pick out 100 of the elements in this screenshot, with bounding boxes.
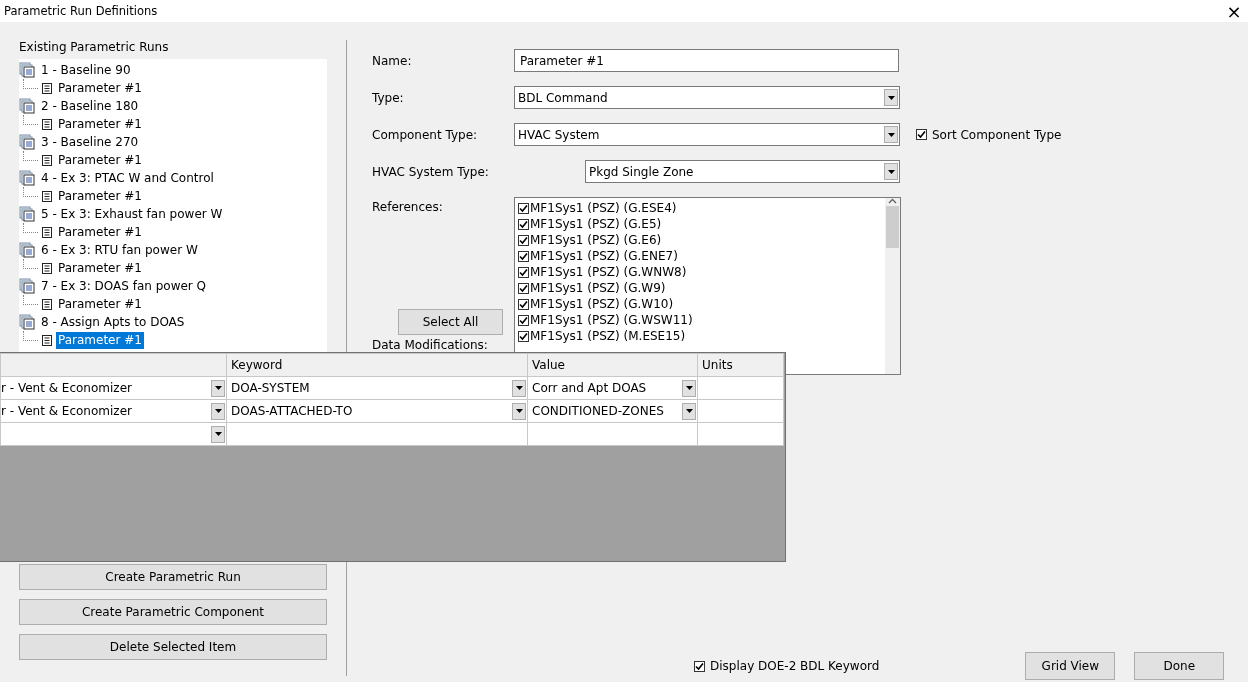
dropdown-value: HVAC System [518, 127, 600, 142]
checkbox[interactable] [518, 218, 529, 230]
checkbox[interactable] [518, 250, 529, 262]
tree-item[interactable]: Parameter #1 [56, 115, 144, 133]
caret-icon [214, 386, 222, 390]
column-header: Keyword [231, 358, 283, 372]
select-all-button[interactable]: Select All [398, 309, 503, 335]
column-header: Units [702, 358, 733, 372]
cell-value: DOA-SYSTEM [231, 381, 310, 395]
caret-icon [515, 409, 523, 413]
name-field[interactable]: Parameter #1 [514, 49, 899, 72]
checkbox[interactable] [518, 314, 529, 326]
list-item[interactable]: MF1Sys1 (PSZ) (G.ENE7) [530, 249, 678, 263]
checkbox[interactable] [518, 202, 529, 214]
list-item[interactable]: MF1Sys1 (PSZ) (G.W9) [530, 281, 666, 295]
window-title: Parametric Run Definitions [4, 4, 158, 18]
document-icon [42, 118, 52, 130]
dropdown-button[interactable] [884, 89, 898, 106]
type-dropdown[interactable]: BDL Command [514, 86, 900, 109]
document-icon [42, 190, 52, 202]
field-label: Data Modifications: [372, 338, 489, 352]
close-button[interactable]: × [1224, 0, 1244, 22]
document-icon [42, 334, 52, 346]
field-label: HVAC System Type: [372, 164, 490, 179]
tree-item[interactable]: 1 - Baseline 90 [39, 61, 133, 79]
checkbox[interactable] [518, 234, 529, 246]
action-button[interactable]: Delete Selected Item [19, 634, 327, 660]
cell-value: r - Vent & Economizer [1, 404, 132, 418]
action-button[interactable]: Create Parametric Component [19, 599, 327, 625]
list-item[interactable]: MF1Sys1 (PSZ) (G.WSW11) [530, 313, 693, 327]
caret-icon [887, 132, 895, 137]
field-label: Component Type: [372, 127, 479, 142]
cell-value: Corr and Apt DOAS [532, 381, 647, 395]
document-icon [42, 298, 52, 310]
dropdown-button[interactable] [211, 402, 225, 420]
system-type-dropdown[interactable]: Pkgd Single Zone [585, 160, 900, 183]
scroll-up-icon[interactable] [888, 198, 897, 204]
document-icon [42, 262, 52, 274]
column-header: Value [532, 358, 565, 372]
caret-icon [887, 169, 895, 174]
cell-value: r - Vent & Economizer [1, 381, 132, 395]
done-button[interactable]: Done [1134, 652, 1225, 680]
caret-icon [515, 386, 523, 390]
tree-item[interactable]: Parameter #1 [56, 151, 144, 169]
caret-icon [214, 409, 222, 413]
list-item[interactable]: MF1Sys1 (PSZ) (G.ESE4) [530, 201, 677, 215]
grid-view-button[interactable]: Grid View [1025, 652, 1116, 680]
tree-item[interactable]: 6 - Ex 3: RTU fan power W [39, 241, 200, 259]
tree-item[interactable]: 2 - Baseline 180 [39, 97, 141, 115]
checkbox[interactable] [518, 282, 529, 294]
caret-icon [685, 409, 693, 413]
tree-item[interactable]: Parameter #1 [56, 295, 144, 313]
component-type-dropdown[interactable]: HVAC System [514, 123, 900, 146]
tree-item[interactable]: Parameter #1 [56, 223, 144, 241]
scrollbar[interactable] [885, 198, 900, 374]
caret-icon [887, 95, 895, 100]
field-label: Name: [372, 53, 413, 68]
tree-item[interactable]: Parameter #1 [56, 259, 144, 277]
list-item[interactable]: MF1Sys1 (PSZ) (G.E5) [530, 217, 662, 231]
list-item[interactable]: MF1Sys1 (PSZ) (G.WNW8) [530, 265, 687, 279]
tree-item[interactable]: Parameter #1 [56, 79, 144, 97]
tree-item[interactable]: 7 - Ex 3: DOAS fan power Q [39, 277, 209, 295]
caret-icon [214, 432, 222, 436]
tree-item[interactable]: Parameter #1 [56, 331, 144, 349]
tree-item[interactable]: 5 - Ex 3: Exhaust fan power W [39, 205, 225, 223]
checkbox[interactable] [916, 129, 927, 140]
dropdown-value: BDL Command [518, 90, 608, 105]
scrollbar-thumb[interactable] [886, 206, 899, 248]
dropdown-button[interactable] [512, 402, 526, 420]
list-item[interactable]: MF1Sys1 (PSZ) (G.E6) [530, 233, 662, 247]
tree-item[interactable]: 3 - Baseline 270 [39, 133, 141, 151]
checkbox-label: Sort Component Type [932, 127, 1062, 142]
document-icon [42, 226, 52, 238]
list-item[interactable]: MF1Sys1 (PSZ) (G.W10) [530, 297, 674, 311]
checkbox[interactable] [518, 266, 529, 278]
field-label: References: [372, 200, 444, 214]
section-heading: Existing Parametric Runs [19, 40, 170, 54]
checkbox[interactable] [518, 330, 529, 342]
checkbox[interactable] [518, 298, 529, 310]
document-icon [42, 154, 52, 166]
caret-icon [685, 386, 693, 390]
dropdown-button[interactable] [512, 379, 526, 397]
dropdown-button[interactable] [884, 126, 898, 143]
document-icon [42, 82, 52, 94]
cell-value: DOAS-ATTACHED-TO [231, 404, 353, 418]
list-item[interactable]: MF1Sys1 (PSZ) (M.ESE15) [530, 329, 686, 343]
checkbox-label: Display DOE-2 BDL Keyword [710, 659, 880, 673]
action-button[interactable]: Create Parametric Run [19, 564, 327, 590]
tree-item[interactable]: Parameter #1 [56, 187, 144, 205]
dropdown-button[interactable] [682, 402, 696, 420]
dropdown-button[interactable] [884, 163, 898, 180]
dropdown-value: Pkgd Single Zone [589, 164, 694, 179]
dropdown-button[interactable] [211, 379, 225, 397]
dropdown-button[interactable] [682, 379, 696, 397]
tree-item[interactable]: 8 - Assign Apts to DOAS [39, 313, 187, 331]
cell-value: CONDITIONED-ZONES [532, 404, 664, 418]
checkbox[interactable] [694, 660, 705, 672]
dropdown-button[interactable] [211, 425, 225, 443]
tree-item[interactable]: 4 - Ex 3: PTAC W and Control [39, 169, 216, 187]
field-label: Type: [372, 90, 405, 105]
